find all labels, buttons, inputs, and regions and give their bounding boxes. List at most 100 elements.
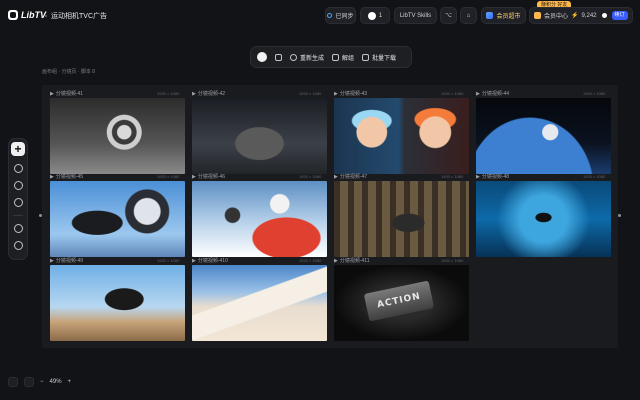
side-toolbar: + [8,138,28,260]
play-icon[interactable]: ▶ [334,258,338,264]
cell-label[interactable]: ▶ 分镜视频-45 [50,173,84,181]
cell-title: 分镜视频-44 [481,91,510,97]
support-icon[interactable] [13,241,23,250]
play-icon[interactable]: ▶ [192,91,196,97]
color-picker-button[interactable] [257,52,267,62]
app-logo[interactable]: LibTV [8,10,46,20]
play-icon[interactable]: ▶ [192,174,196,180]
video-thumbnail[interactable] [476,181,611,257]
logo-text: LibTV [21,10,46,20]
video-thumbnail[interactable] [192,265,327,341]
cell-resolution: 1920 × 1080 [157,91,180,96]
cell-label[interactable]: ▶ 分镜视频-49 [50,257,84,265]
video-thumbnail[interactable]: ACTION [334,265,469,341]
cell-resolution: 1920 × 1080 [441,258,464,263]
cell-resolution: 1920 × 1080 [299,174,322,179]
vip-icon [486,12,494,19]
history-icon[interactable] [13,198,23,207]
cell-title: 分镜视频-42 [197,91,226,97]
cell-resolution: 1920 × 1080 [441,174,464,179]
cell-label[interactable]: ▶ 分镜视频-44 [476,90,510,98]
ungroup-icon [332,53,340,61]
play-icon[interactable]: ▶ [476,91,480,97]
project-title[interactable]: 运动相机TVC广告 [45,11,107,21]
video-thumbnail[interactable] [334,181,469,257]
play-icon[interactable]: ▶ [50,91,54,97]
regenerate-button[interactable]: 重新生成 [290,53,324,62]
assets-icon[interactable] [13,181,23,190]
cell-resolution: 1920 × 1080 [583,91,606,96]
vip-market-button[interactable]: 会员超市 [481,7,526,24]
cell-title: 分镜视频-411 [339,258,370,264]
cell-title: 分镜视频-43 [339,91,368,97]
video-thumbnail[interactable] [50,265,185,341]
cell-title: 分镜视频-46 [197,174,226,180]
share-icon: ⌥ [445,13,452,19]
cell-resolution: 1920 × 1080 [157,174,180,179]
cell-label[interactable]: ▶ 分镜视频-410 [192,257,228,265]
cell-resolution: 1920 × 1080 [157,258,180,263]
play-icon[interactable]: ▶ [334,91,338,97]
share-button[interactable]: ⌥ [440,7,457,24]
collaborators-button[interactable]: 1 [360,7,390,24]
member-center[interactable]: 会员中心 ⚡ 9,242 续订 [529,7,633,24]
zoom-out-icon[interactable]: − [40,379,44,385]
zoom-in-icon[interactable]: + [68,379,72,385]
play-icon[interactable]: ▶ [334,174,338,180]
cell-label[interactable]: ▶ 分镜视频-43 [334,90,368,98]
video-thumbnail[interactable] [50,181,185,257]
left-edge-handle[interactable] [39,214,42,217]
play-icon[interactable]: ▶ [50,174,54,180]
notification-button[interactable]: ⌂ [460,7,477,24]
batch-download-label: 批量下载 [372,55,397,62]
video-thumbnail[interactable] [192,181,327,257]
skills-label: LibTV Skills [399,12,432,19]
batch-download-button[interactable]: 批量下载 [362,53,396,62]
cell-label[interactable]: ▶ 分镜视频-47 [334,173,368,181]
cell-resolution: 1920 × 1080 [299,258,322,263]
subscribe-button[interactable]: 续订 [611,11,628,20]
play-icon[interactable]: ▶ [476,174,480,180]
logo-mark-icon [8,10,18,20]
unlink-label: 解组 [342,55,355,62]
dot-separator-icon [45,15,47,18]
user-count: 1 [378,12,383,19]
video-thumbnail[interactable] [50,98,185,174]
grid-toggle-icon[interactable] [24,377,34,387]
cell-title: 分镜视频-47 [339,174,368,180]
sync-icon [327,13,333,18]
cell-title: 分镜视频-45 [55,174,84,180]
add-node-button[interactable]: + [11,142,25,156]
video-thumbnail[interactable] [334,98,469,174]
workflow-icon[interactable] [13,164,23,173]
user-avatar-icon [367,11,376,20]
divider [13,215,23,216]
unlink-button[interactable]: 解组 [332,53,354,62]
right-edge-handle[interactable] [618,214,621,217]
profile-avatar[interactable] [599,11,609,20]
map-icon[interactable] [8,377,18,387]
layout-icon[interactable] [275,53,282,61]
help-icon[interactable] [13,224,23,233]
cell-label[interactable]: ▶ 分镜视频-48 [476,173,509,181]
cell-label[interactable]: ▶ 分镜视频-41 [50,90,83,98]
cell-label[interactable]: ▶ 分镜视频-411 [334,257,370,265]
download-icon [362,53,370,61]
bell-icon: ⌂ [466,12,471,19]
cell-title: 分镜视频-49 [55,258,84,264]
video-thumbnail[interactable] [192,98,327,174]
skills-button[interactable]: LibTV Skills [394,7,437,24]
play-icon[interactable]: ▶ [50,258,54,264]
top-bar: LibTV 运动相机TVC广告 已同步 1 LibTV Skills ⌥ ⌂ 会… [0,0,640,32]
credits-value: 9,242 [581,12,597,19]
video-thumbnail[interactable] [476,98,611,174]
lightning-icon: ⚡ [571,13,579,19]
selection-toolbar: 重新生成 解组 批量下载 [250,46,412,68]
sync-status-text: 已同步 [335,14,354,20]
cell-label[interactable]: ▶ 分镜视频-46 [192,173,226,181]
cell-label[interactable]: ▶ 分镜视频-42 [192,90,226,98]
play-icon[interactable]: ▶ [192,258,196,264]
cell-resolution: 1920 × 1080 [441,91,464,96]
member-center-label: 会员中心 [544,14,569,20]
sync-status[interactable]: 已同步 [325,7,356,24]
